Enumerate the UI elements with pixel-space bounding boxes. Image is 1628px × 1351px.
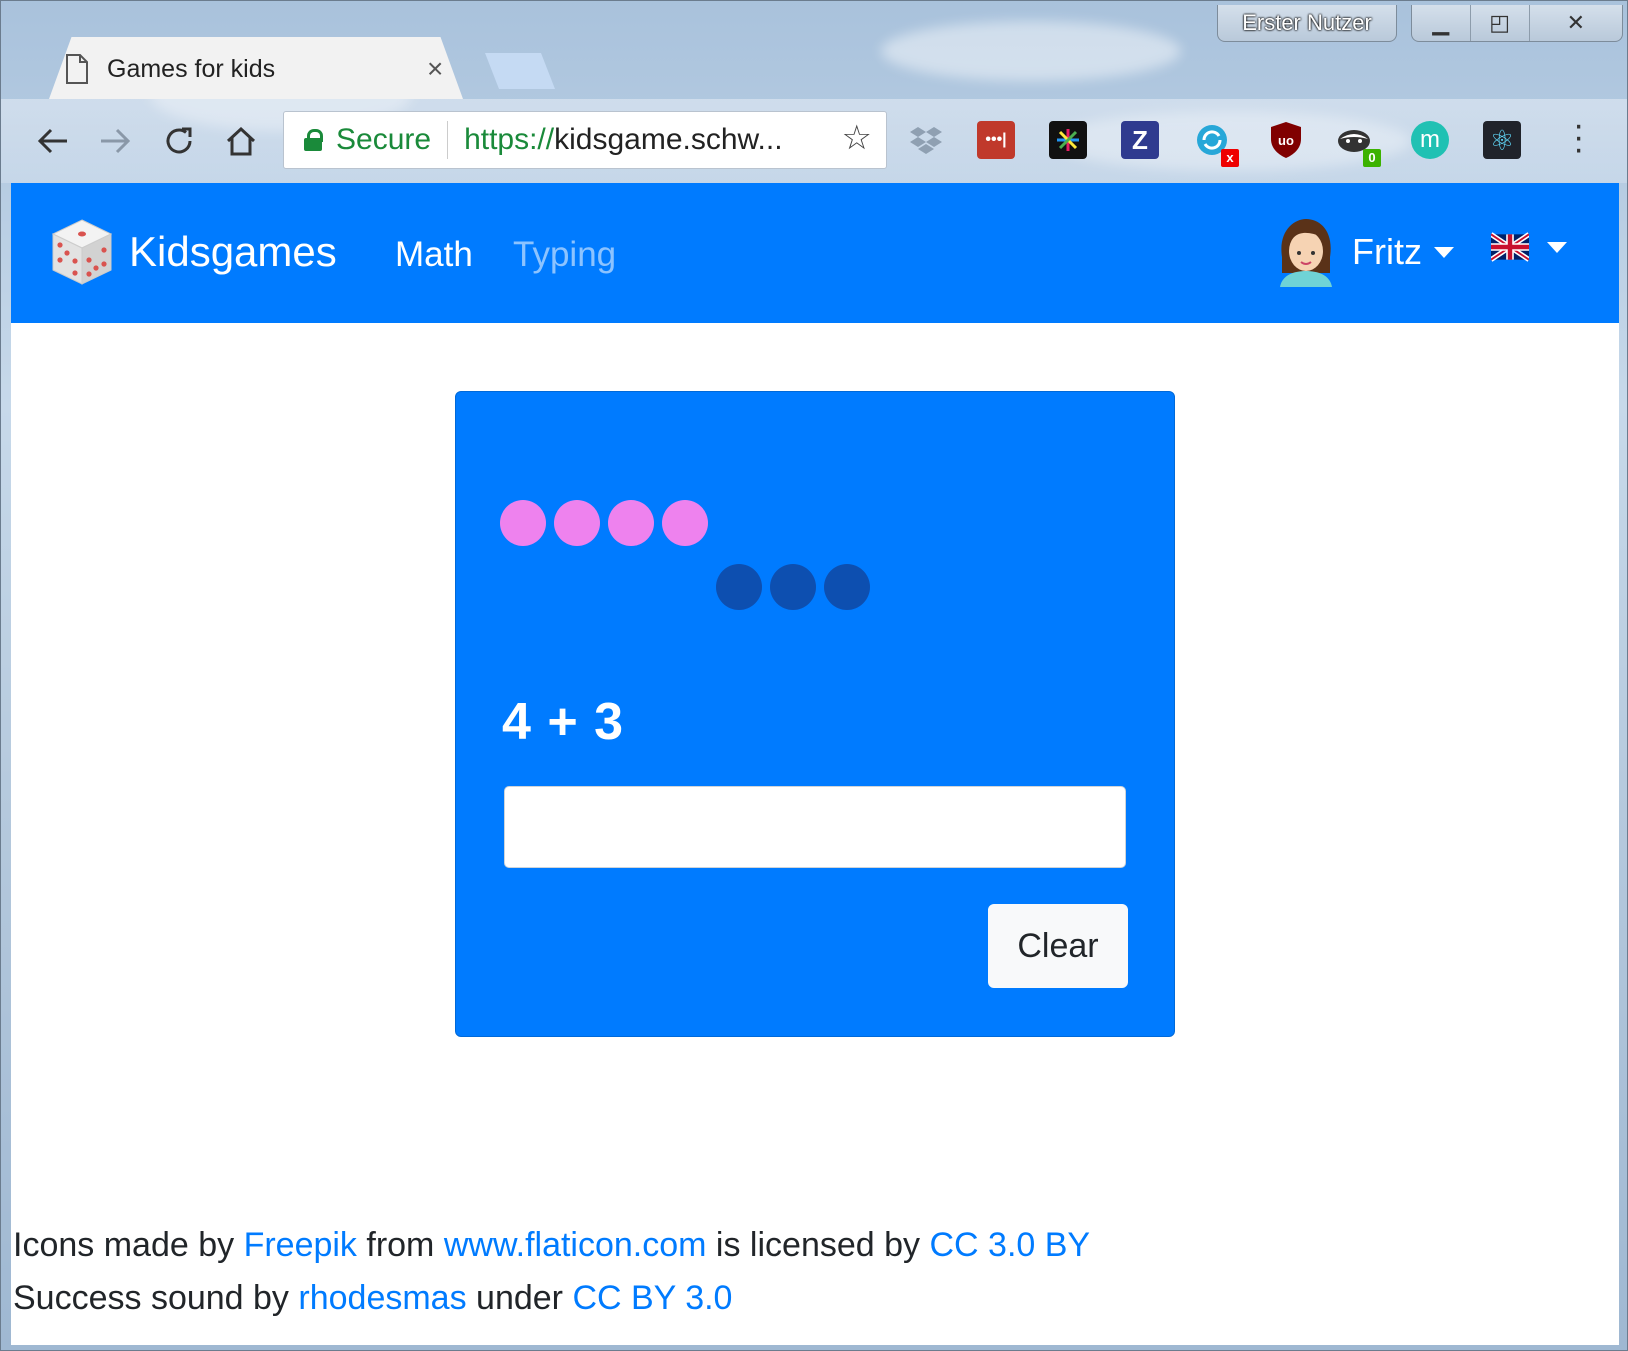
url-scheme: https:// <box>464 123 555 156</box>
browser-window: Erster Nutzer ▁ ◰ ✕ Games for kids × Sec… <box>0 0 1628 1351</box>
close-icon: ✕ <box>1566 10 1585 35</box>
dropbox-icon[interactable] <box>907 121 945 159</box>
chevron-down-icon <box>1547 241 1567 253</box>
bookmark-star-icon[interactable]: ☆ <box>842 118 872 158</box>
first-addend-dot <box>608 500 654 546</box>
omnibox-divider <box>447 121 449 159</box>
back-button[interactable] <box>33 121 73 161</box>
chevron-down-icon <box>1433 246 1454 258</box>
navbar: Kidsgames Math Typing Fritz <box>11 183 1619 323</box>
footer-text: is licensed by <box>706 1226 930 1264</box>
new-tab-button[interactable] <box>485 53 555 89</box>
equation: 4 + 3 <box>502 693 625 751</box>
window-controls: ▁ ◰ ✕ <box>1411 5 1623 42</box>
user-dropdown[interactable]: Fritz <box>1274 217 1454 287</box>
minimize-icon: ▁ <box>1432 10 1450 35</box>
dice-icon <box>51 219 113 285</box>
cc-by-link[interactable]: CC BY 3.0 <box>572 1279 732 1317</box>
sync-icon[interactable]: x <box>1193 121 1239 167</box>
first-addend-dot <box>554 500 600 546</box>
tab-title: Games for kids <box>107 54 276 83</box>
math-game-card: 4 + 3 Clear <box>455 391 1175 1037</box>
rhodesmas-link[interactable]: rhodesmas <box>298 1279 466 1317</box>
colorful-spark-icon[interactable] <box>1049 121 1087 159</box>
profile-button[interactable]: Erster Nutzer <box>1217 5 1397 42</box>
background-cloud <box>881 21 1181 81</box>
second-addend-dot <box>770 564 816 610</box>
address-bar[interactable]: Secure https://kidsgame.schw... ☆ <box>283 111 887 169</box>
tab-close-icon[interactable]: × <box>427 51 443 87</box>
privacy-badger-icon[interactable]: 0 <box>1335 121 1381 167</box>
sync-error-badge: x <box>1221 149 1239 167</box>
forward-arrow-icon <box>101 128 131 154</box>
clear-button[interactable]: Clear <box>988 904 1128 988</box>
footer-text: under <box>466 1279 573 1317</box>
second-addend-dot <box>716 564 762 610</box>
first-addend-dot <box>662 500 708 546</box>
lock-icon <box>304 129 323 151</box>
home-button[interactable] <box>221 121 261 161</box>
ublock-icon[interactable]: uo <box>1267 121 1305 159</box>
secure-label: Secure <box>336 123 432 156</box>
footer-sound-credit: Success sound by rhodesmas under CC BY 3… <box>13 1272 1090 1325</box>
react-devtools-icon[interactable]: ⚛ <box>1483 121 1521 159</box>
cc-license-link[interactable]: CC 3.0 BY <box>929 1226 1090 1264</box>
language-dropdown[interactable] <box>1491 229 1567 265</box>
m-icon[interactable]: m <box>1411 121 1449 159</box>
freepik-link[interactable]: Freepik <box>244 1226 357 1264</box>
nav-link-math[interactable]: Math <box>395 235 473 275</box>
footer-text: Success sound by <box>13 1279 299 1317</box>
flaticon-link[interactable]: www.flaticon.com <box>444 1226 707 1264</box>
tab-content: Games for kids × <box>65 51 465 87</box>
footer-text: from <box>356 1226 444 1264</box>
second-addend-dot <box>824 564 870 610</box>
user-name: Fritz <box>1352 231 1422 272</box>
maximize-icon: ◰ <box>1489 10 1511 35</box>
user-avatar <box>1280 219 1332 287</box>
first-addend-dot <box>500 500 546 546</box>
maximize-button[interactable]: ◰ <box>1471 5 1530 41</box>
zotero-icon[interactable]: Z <box>1121 121 1159 159</box>
minimize-button[interactable]: ▁ <box>1412 5 1471 41</box>
lastpass-icon[interactable]: •••| <box>977 121 1015 159</box>
close-window-button[interactable]: ✕ <box>1530 5 1622 41</box>
profile-name: Erster Nutzer <box>1242 10 1372 35</box>
document-icon <box>66 54 88 84</box>
brand-name: Kidsgames <box>129 228 337 275</box>
home-icon <box>226 126 256 156</box>
page-viewport: Kidsgames Math Typing Fritz 4 + 3 Clear … <box>11 183 1619 1345</box>
forward-button[interactable] <box>95 121 135 161</box>
uk-flag-icon <box>1491 232 1529 262</box>
ublock-label: uo <box>1278 133 1294 148</box>
browser-menu-icon[interactable]: · · · <box>1573 108 1584 166</box>
footer-text: Icons made by <box>13 1226 244 1264</box>
brand-link[interactable]: Kidsgames <box>51 218 337 286</box>
back-arrow-icon <box>37 128 67 154</box>
privacy-badger-count: 0 <box>1363 149 1381 167</box>
reload-button[interactable] <box>159 121 199 161</box>
url-text: https://kidsgame.schw... <box>464 123 804 157</box>
answer-input[interactable] <box>504 786 1126 868</box>
footer-icons-credit: Icons made by Freepik from www.flaticon.… <box>13 1219 1090 1272</box>
nav-link-typing[interactable]: Typing <box>513 235 616 275</box>
footer: Icons made by Freepik from www.flaticon.… <box>13 1219 1090 1325</box>
reload-icon <box>166 127 192 154</box>
url-host: kidsgame.schw... <box>554 123 783 156</box>
